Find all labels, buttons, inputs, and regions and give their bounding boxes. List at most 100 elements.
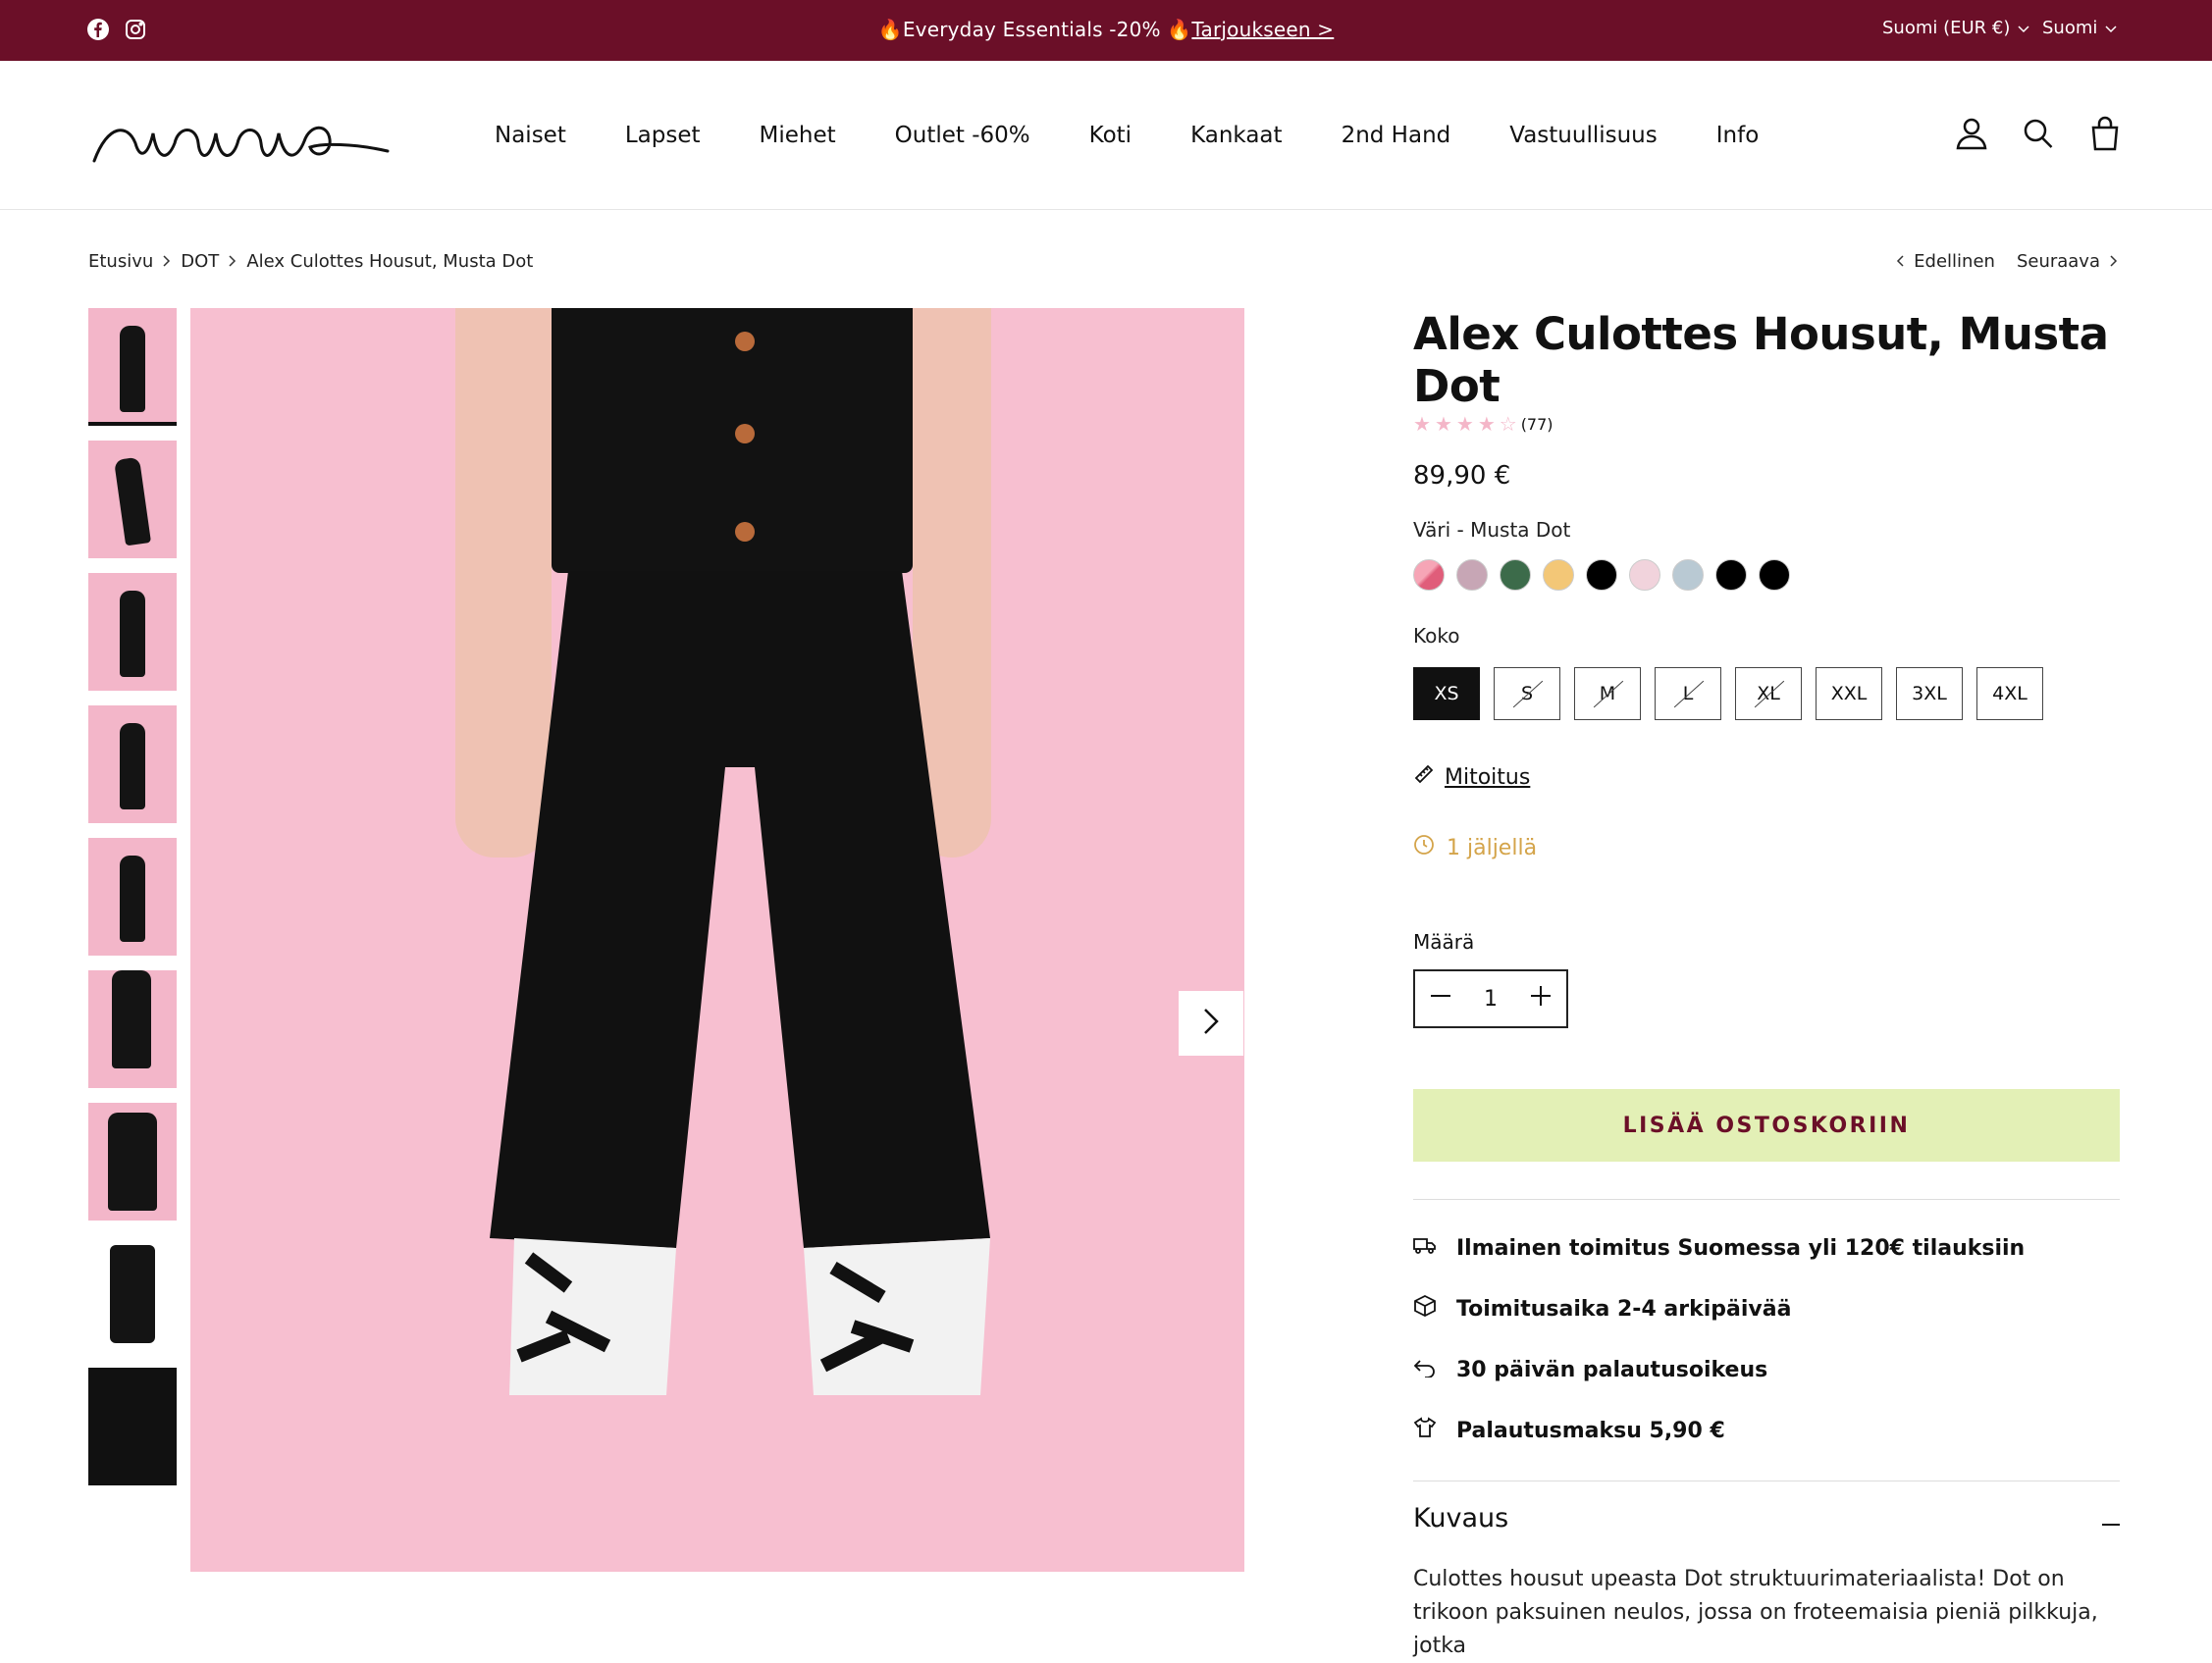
header-actions <box>1955 116 2122 151</box>
currency-label: Suomi (EUR €) <box>1882 18 2011 38</box>
promo-text: 🔥Everyday Essentials -20% 🔥 <box>877 18 1192 41</box>
product-thumbnail[interactable] <box>88 705 177 823</box>
feature-text: Palautusmaksu 5,90 € <box>1456 1418 1725 1443</box>
size-option-xl[interactable]: XL <box>1735 667 1802 720</box>
product-thumbnail[interactable] <box>88 308 177 426</box>
quantity-label: Määrä <box>1413 930 1475 954</box>
nav-item-kankaat[interactable]: Kankaat <box>1190 123 1282 148</box>
model-shirt <box>552 308 913 573</box>
add-to-cart-button[interactable]: LISÄÄ OSTOSKORIIN <box>1413 1089 2120 1162</box>
star-icon: ★ <box>1434 412 1452 436</box>
feature-list: Ilmainen toimitus Suomessa yli 120€ tila… <box>1413 1218 2120 1461</box>
gallery-next-button[interactable] <box>1179 991 1243 1056</box>
size-option-l[interactable]: L <box>1655 667 1721 720</box>
promo-message: 🔥Everyday Essentials -20% 🔥Tarjoukseen > <box>0 18 2212 41</box>
feature-item: Palautusmaksu 5,90 € <box>1413 1400 2120 1461</box>
breadcrumb-home[interactable]: Etusivu <box>88 251 153 272</box>
product-thumbnail[interactable] <box>88 1368 177 1485</box>
nav-item-2nd-hand[interactable]: 2nd Hand <box>1342 123 1451 148</box>
star-icon: ★ <box>1477 412 1496 436</box>
color-swatch[interactable] <box>1759 559 1790 591</box>
color-swatch[interactable] <box>1413 559 1445 591</box>
next-product-link[interactable]: Seuraava <box>2017 251 2118 272</box>
breadcrumb-category[interactable]: DOT <box>181 251 219 272</box>
size-option-xs[interactable]: XS <box>1413 667 1480 720</box>
chevron-left-icon <box>1896 251 1904 272</box>
feature-text: Ilmainen toimitus Suomessa yli 120€ tila… <box>1456 1235 2026 1261</box>
color-label: Väri - Musta Dot <box>1413 518 1571 542</box>
minus-icon[interactable] <box>1429 984 1452 1013</box>
size-option-4xl[interactable]: 4XL <box>1976 667 2043 720</box>
chevron-right-icon <box>229 251 237 272</box>
chevron-right-icon <box>163 251 171 272</box>
breadcrumb: Etusivu DOT Alex Culottes Housut, Musta … <box>88 251 533 272</box>
site-logo[interactable] <box>88 104 393 177</box>
stock-status: 1 jäljellä <box>1413 834 2120 861</box>
product-thumbnail[interactable] <box>88 1103 177 1221</box>
product-thumbnail[interactable] <box>88 838 177 956</box>
color-swatch[interactable] <box>1500 559 1531 591</box>
divider <box>1413 1199 2120 1200</box>
currency-selector[interactable]: Suomi (EUR €) <box>1882 18 2029 38</box>
prev-product-link[interactable]: Edellinen <box>1896 251 1995 272</box>
product-rating[interactable]: ★ ★ ★ ★ ☆ (77) <box>1413 414 2120 434</box>
nav-item-miehet[interactable]: Miehet <box>760 123 836 148</box>
nav-item-vastuullisuus[interactable]: Vastuullisuus <box>1509 123 1658 148</box>
ruler-icon <box>1413 763 1435 791</box>
nav-item-koti[interactable]: Koti <box>1089 123 1132 148</box>
color-swatch[interactable] <box>1715 559 1747 591</box>
size-guide-link[interactable]: Mitoitus <box>1413 763 2120 791</box>
box-icon <box>1413 1294 1437 1323</box>
description-title: Kuvaus <box>1413 1503 1509 1533</box>
rating-count: (77) <box>1520 414 1554 434</box>
product-title: Alex Culottes Housut, Musta Dot <box>1413 308 2109 412</box>
feature-item: 30 päivän palautusoikeus <box>1413 1339 2120 1400</box>
search-icon[interactable] <box>2022 116 2055 151</box>
truck-icon <box>1413 1234 1437 1262</box>
product-info: Alex Culottes Housut, Musta Dot ★ ★ ★ ★ … <box>1413 308 2120 1663</box>
quantity-stepper: 1 <box>1413 969 1568 1028</box>
quantity-value[interactable]: 1 <box>1484 987 1498 1012</box>
color-swatch[interactable] <box>1629 559 1660 591</box>
color-swatch[interactable] <box>1456 559 1488 591</box>
product-thumbnail[interactable] <box>88 573 177 691</box>
size-options: XS S M L XL XXL 3XL 4XL <box>1413 667 2120 720</box>
size-option-3xl[interactable]: 3XL <box>1896 667 1963 720</box>
language-label: Suomi <box>2042 18 2098 38</box>
nav-item-naiset[interactable]: Naiset <box>495 123 566 148</box>
product-thumbnail[interactable] <box>88 1235 177 1353</box>
language-selector[interactable]: Suomi <box>2042 18 2117 38</box>
nav-item-lapset[interactable]: Lapset <box>625 123 701 148</box>
shirt-icon <box>1413 1417 1437 1444</box>
shirt-button <box>735 522 755 542</box>
breadcrumb-current: Alex Culottes Housut, Musta Dot <box>246 251 534 272</box>
product-thumbnail[interactable] <box>88 441 177 558</box>
size-option-xxl[interactable]: XXL <box>1816 667 1882 720</box>
description-toggle[interactable]: Kuvaus <box>1413 1503 2120 1533</box>
account-icon[interactable] <box>1955 116 1988 151</box>
product-main-image <box>190 308 1244 1572</box>
color-swatch[interactable] <box>1543 559 1574 591</box>
nav-item-info[interactable]: Info <box>1716 123 1760 148</box>
promo-link[interactable]: Tarjoukseen > <box>1191 18 1334 41</box>
announcement-bar: 🔥Everyday Essentials -20% 🔥Tarjoukseen >… <box>0 0 2212 61</box>
site-header: Naiset Lapset Miehet Outlet -60% Koti Ka… <box>0 61 2212 210</box>
product-thumbnail[interactable] <box>88 970 177 1088</box>
size-option-m[interactable]: M <box>1574 667 1641 720</box>
product-pager: Edellinen Seuraava <box>1896 251 2118 272</box>
cart-icon[interactable] <box>2088 116 2122 151</box>
clock-icon <box>1413 834 1435 861</box>
main-nav: Naiset Lapset Miehet Outlet -60% Koti Ka… <box>495 123 1759 148</box>
nav-item-outlet[interactable]: Outlet -60% <box>895 123 1030 148</box>
feature-item: Toimitusaika 2-4 arkipäivää <box>1413 1278 2120 1339</box>
chevron-down-icon <box>2018 18 2029 38</box>
size-label: Koko <box>1413 624 1460 648</box>
color-swatch[interactable] <box>1672 559 1704 591</box>
size-option-s[interactable]: S <box>1494 667 1560 720</box>
color-swatch[interactable] <box>1586 559 1617 591</box>
plus-icon[interactable] <box>1529 984 1553 1013</box>
chevron-right-icon <box>1203 1008 1219 1039</box>
chevron-down-icon <box>2105 18 2117 38</box>
feature-text: 30 päivän palautusoikeus <box>1456 1357 1768 1382</box>
feature-item: Ilmainen toimitus Suomessa yli 120€ tila… <box>1413 1218 2120 1278</box>
